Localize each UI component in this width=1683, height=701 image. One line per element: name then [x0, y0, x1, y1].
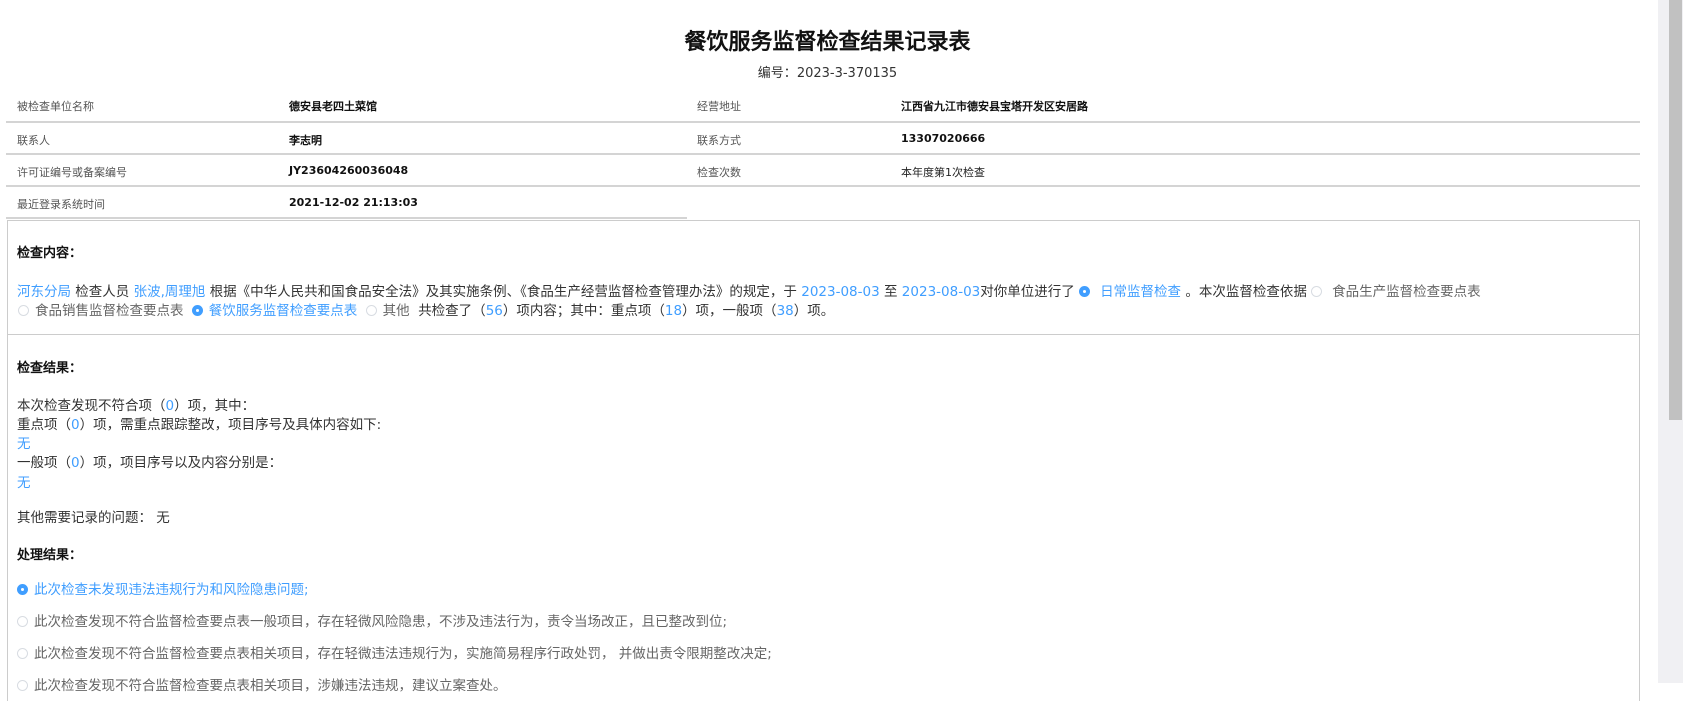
- info-value: JY23604260036048: [289, 164, 408, 177]
- handling-label: 此次检查发现不符合监督检查要点表相关项目，涉嫌违法违规，建议立案查处。: [34, 678, 507, 694]
- radio-checked-icon[interactable]: [17, 584, 28, 595]
- divider: [6, 153, 1640, 155]
- other-issues: 其他需要记录的问题： 无: [17, 506, 170, 526]
- divider: [7, 334, 1640, 335]
- divider: [6, 121, 1640, 123]
- text: 重点项（: [17, 417, 71, 433]
- general-count: 38: [777, 303, 794, 319]
- total-text: ）项。: [794, 303, 835, 319]
- org: 河东分局: [17, 284, 71, 300]
- scrollbar-thumb[interactable]: [1669, 0, 1682, 420]
- text: ）项，需重点跟踪整改，项目序号及具体内容如下:: [80, 417, 382, 433]
- result-line: 本次检查发现不符合项（0）项，其中：: [17, 394, 255, 414]
- option-label: 餐饮服务监督检查要点表: [209, 303, 358, 319]
- handling-option[interactable]: 此次检查发现不符合监督检查要点表相关项目，存在轻微违法违规行为，实施简易程序行政…: [13, 642, 772, 662]
- basis-text: 根据《中华人民共和国食品安全法》及其实施条例、《食品生产经营监督检查管理办法》的…: [210, 284, 797, 300]
- radio-option-other[interactable]: [366, 305, 377, 316]
- option-label: 食品销售监督检查要点表: [35, 303, 184, 319]
- count: 0: [71, 455, 80, 471]
- text: ）项，其中：: [174, 398, 255, 414]
- radio-option-sales[interactable]: [18, 305, 29, 316]
- option-label: 其他: [383, 303, 410, 319]
- info-label: 联系方式: [697, 132, 741, 148]
- handling-label: 此次检查未发现违法违规行为和风险隐患问题;: [34, 582, 309, 598]
- record-number-value: 2023-3-370135: [797, 66, 897, 81]
- conducted-text: 对你单位进行了: [980, 284, 1075, 300]
- option-label: 食品生产监督检查要点表: [1332, 284, 1481, 300]
- other-label: 其他需要记录的问题：: [17, 510, 152, 526]
- radio-checked-icon[interactable]: [1079, 286, 1090, 297]
- radio-option-production[interactable]: [1311, 286, 1322, 297]
- record-number-label: 编号：: [758, 66, 797, 81]
- handling-option[interactable]: 此次检查未发现违法违规行为和风险隐患问题;: [13, 578, 309, 598]
- info-label: 联系人: [17, 132, 50, 148]
- info-label: 最近登录系统时间: [17, 196, 105, 212]
- content-line-2: 食品销售监督检查要点表 餐饮服务监督检查要点表 其他 共检查了（56）项内容；其…: [14, 299, 834, 319]
- result-line: 一般项（0）项，项目序号以及内容分别是：: [17, 451, 282, 471]
- info-label: 许可证编号或备案编号: [17, 164, 127, 180]
- info-label: 检查次数: [697, 164, 741, 180]
- total-text: 共检查了（: [418, 303, 486, 319]
- inspector-label: 检查人员: [75, 284, 129, 300]
- text: ）项，项目序号以及内容分别是：: [80, 455, 283, 471]
- handling-label: 此次检查发现不符合监督检查要点表相关项目，存在轻微违法违规行为，实施简易程序行政…: [34, 646, 772, 662]
- general-detail: 无: [17, 471, 31, 491]
- text: 一般项（: [17, 455, 71, 471]
- to-text: 至: [884, 284, 898, 300]
- inspectors: 张波,周理旭: [134, 284, 206, 300]
- result-line: 重点项（0）项，需重点跟踪整改，项目序号及具体内容如下:: [17, 413, 381, 433]
- date-from: 2023-08-03: [801, 284, 879, 300]
- divider: [6, 185, 1640, 187]
- record-number: 编号：2023-3-370135: [0, 62, 1655, 81]
- info-label: 被检查单位名称: [17, 98, 94, 114]
- info-value: 李志明: [289, 132, 322, 148]
- other-value: 无: [156, 510, 170, 526]
- count: 0: [71, 417, 80, 433]
- radio-icon[interactable]: [17, 680, 28, 691]
- info-value: 本年度第1次检查: [901, 164, 985, 180]
- key-detail: 无: [17, 432, 31, 452]
- inspection-type: 日常监督检查: [1100, 284, 1181, 300]
- info-value: 德安县老四土菜馆: [289, 98, 377, 114]
- info-value: 13307020666: [901, 132, 985, 145]
- content-heading: 检查内容：: [17, 242, 82, 261]
- divider: [6, 217, 687, 219]
- radio-icon[interactable]: [17, 648, 28, 659]
- total-text: ）项，一般项（: [682, 303, 777, 319]
- handling-heading: 处理结果：: [17, 544, 82, 563]
- result-heading: 检查结果：: [17, 357, 82, 376]
- info-value: 2021-12-02 21:13:03: [289, 196, 418, 209]
- count: 0: [166, 398, 175, 414]
- key-count: 18: [665, 303, 682, 319]
- info-value: 江西省九江市德安县宝塔开发区安居路: [901, 98, 1088, 114]
- handling-label: 此次检查发现不符合监督检查要点表一般项目，存在轻微风险隐患，不涉及违法行为，责令…: [34, 614, 727, 630]
- radio-option-catering[interactable]: [192, 305, 203, 316]
- total-text: ）项内容；其中：重点项（: [503, 303, 665, 319]
- page-title: 餐饮服务监督检查结果记录表: [0, 24, 1655, 56]
- date-to: 2023-08-03: [902, 284, 980, 300]
- basis-label: 。本次监督检查依据: [1185, 284, 1307, 300]
- text: 本次检查发现不符合项（: [17, 398, 166, 414]
- radio-icon[interactable]: [17, 616, 28, 627]
- handling-option[interactable]: 此次检查发现不符合监督检查要点表一般项目，存在轻微风险隐患，不涉及违法行为，责令…: [13, 610, 727, 630]
- total-count: 56: [486, 303, 503, 319]
- info-label: 经营地址: [697, 98, 741, 114]
- content-line-1: 河东分局 检查人员 张波,周理旭 根据《中华人民共和国食品安全法》及其实施条例、…: [17, 280, 1481, 300]
- handling-option[interactable]: 此次检查发现不符合监督检查要点表相关项目，涉嫌违法违规，建议立案查处。: [13, 674, 507, 694]
